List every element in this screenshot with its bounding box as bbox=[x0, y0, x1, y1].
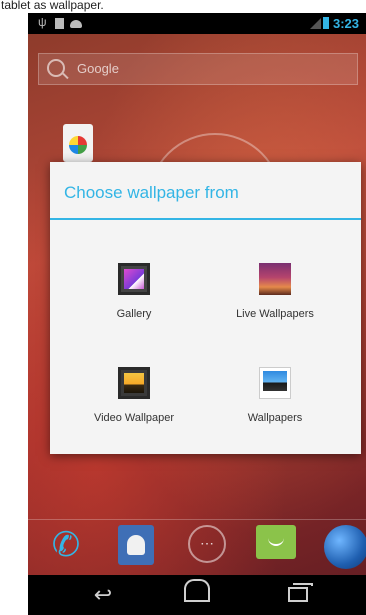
browser-icon[interactable] bbox=[324, 525, 366, 569]
sd-card-icon bbox=[55, 18, 64, 29]
recent-apps-icon[interactable] bbox=[264, 575, 334, 615]
usb-icon: ψ bbox=[38, 15, 47, 29]
all-apps-icon[interactable]: ⋯ bbox=[188, 525, 226, 563]
contacts-icon[interactable] bbox=[118, 525, 154, 565]
search-icon bbox=[47, 59, 65, 77]
dialog-divider bbox=[50, 218, 361, 220]
option-label: Live Wallpapers bbox=[236, 308, 314, 320]
option-wallpapers[interactable]: Wallpapers bbox=[205, 367, 345, 437]
messaging-icon[interactable] bbox=[256, 525, 296, 559]
option-label: Wallpapers bbox=[247, 412, 303, 424]
status-bar: ψ 3:23 bbox=[28, 13, 366, 34]
option-label: Gallery bbox=[116, 308, 152, 320]
option-label: Video Wallpaper bbox=[93, 412, 175, 424]
google-search-bar[interactable]: Google bbox=[38, 53, 358, 85]
dialog-title: Choose wallpaper from bbox=[64, 183, 239, 202]
option-gallery[interactable]: Gallery bbox=[64, 263, 204, 333]
play-store-icon[interactable] bbox=[63, 124, 93, 162]
navigation-bar: ↩ bbox=[28, 575, 366, 615]
wallpapers-icon bbox=[259, 367, 291, 399]
phone-icon[interactable]: ✆ bbox=[46, 525, 86, 565]
android-icon bbox=[70, 20, 82, 28]
caption-text: tablet as wallpaper. bbox=[1, 0, 104, 12]
option-live-wallpapers[interactable]: Live Wallpapers bbox=[205, 263, 345, 333]
dock-divider bbox=[28, 519, 366, 520]
signal-icon bbox=[310, 18, 321, 29]
video-wallpaper-icon bbox=[118, 367, 150, 399]
home-icon[interactable] bbox=[162, 575, 232, 615]
option-video-wallpaper[interactable]: Video Wallpaper bbox=[64, 367, 204, 437]
status-time: 3:23 bbox=[333, 16, 360, 31]
live-wallpapers-icon bbox=[259, 263, 291, 295]
battery-icon bbox=[323, 17, 329, 29]
back-icon[interactable]: ↩ bbox=[68, 575, 138, 615]
search-label: Google bbox=[77, 61, 119, 76]
choose-wallpaper-dialog: Choose wallpaper from Gallery Live Wallp… bbox=[50, 162, 361, 454]
gallery-icon bbox=[118, 263, 150, 295]
phone-screen: ψ 3:23 Google Choose wallpaper from Gall… bbox=[28, 13, 366, 615]
